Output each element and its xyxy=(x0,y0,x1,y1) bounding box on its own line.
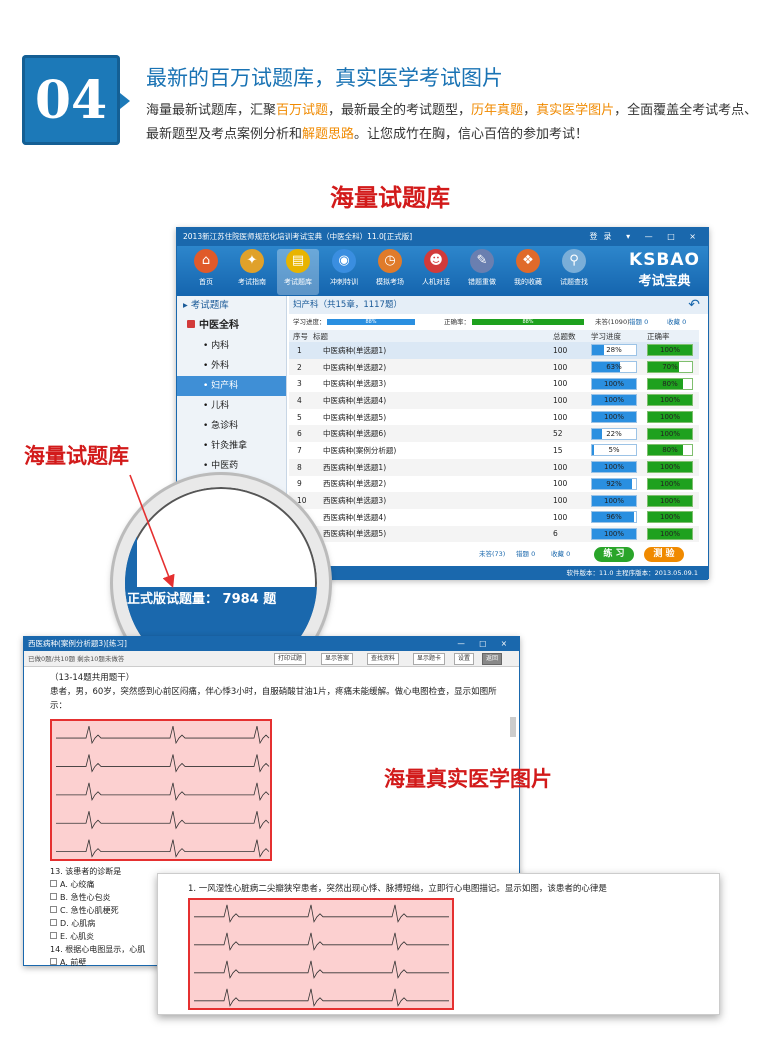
option-label: C. 急性心肌梗死 xyxy=(60,906,119,915)
option-label: D. 心肌病 xyxy=(60,919,96,928)
ecg-trace xyxy=(194,904,449,923)
ecg-trace xyxy=(194,960,449,979)
question-intro: （13-14题共用题干） xyxy=(50,673,135,683)
option-label: B. 急性心包炎 xyxy=(60,893,111,902)
return-button[interactable]: 返回 xyxy=(482,653,503,665)
option-label: A. 前壁 xyxy=(60,958,87,967)
ecg-image xyxy=(50,719,272,861)
question-stem: 患者，男，60岁，突然感到心前区闷痛，伴心悸3小时，自服硝酸甘油1片，疼痛未能缓… xyxy=(50,687,497,711)
practice-info: 已做0题/共10题 剩余10题未做答 xyxy=(28,655,125,663)
option-label: A. 心绞痛 xyxy=(60,880,95,889)
search-materials-button[interactable]: 查找资料 xyxy=(367,653,400,665)
show-card-button[interactable]: 显示题卡 xyxy=(413,653,446,665)
ecg-trace xyxy=(56,754,270,773)
settings-button[interactable]: 设置 xyxy=(454,653,475,665)
ecg-trace xyxy=(194,932,449,951)
ecg-trace xyxy=(194,988,449,1007)
option-label: E. 心肌炎 xyxy=(60,932,95,941)
ecg-trace xyxy=(56,811,270,830)
option-checkbox[interactable] xyxy=(50,880,57,887)
callout-medical-images: 海量真实医学图片 xyxy=(384,767,552,791)
question-window: 1. 一风湿性心脏病二尖瓣狭窄患者，突然出现心悸、脉搏短绌，立即行心电图描记。显… xyxy=(157,873,720,1015)
show-answer-button[interactable]: 显示答案 xyxy=(321,653,354,665)
practice-window-controls[interactable]: — □ × xyxy=(457,637,513,651)
ecg-rhythm-image xyxy=(188,898,454,1010)
option-checkbox[interactable] xyxy=(50,893,57,900)
ecg-trace xyxy=(56,725,270,745)
print-button[interactable]: 打印试题 xyxy=(274,653,307,665)
practice-toolbar: 已做0题/共10题 剩余10题未做答 打印试题 显示答案 查找资料 显示题卡 设… xyxy=(24,651,519,667)
question-3-text: 1. 一风湿性心脏病二尖瓣狭窄患者，突然出现心悸、脉搏短绌，立即行心电图描记。显… xyxy=(188,884,607,894)
arrow-to-magnifier xyxy=(129,474,175,588)
option-checkbox[interactable] xyxy=(50,958,57,965)
option-checkbox[interactable] xyxy=(50,932,57,939)
scrollbar-thumb[interactable] xyxy=(510,717,516,737)
practice-titlebar: 西医病种(案例分析题3)[练习] — □ × xyxy=(24,637,519,651)
practice-title: 西医病种(案例分析题3)[练习] xyxy=(28,639,127,648)
ecg-trace xyxy=(56,839,270,858)
option-checkbox[interactable] xyxy=(50,906,57,913)
option-checkbox[interactable] xyxy=(50,919,57,926)
ecg-trace xyxy=(56,782,270,801)
